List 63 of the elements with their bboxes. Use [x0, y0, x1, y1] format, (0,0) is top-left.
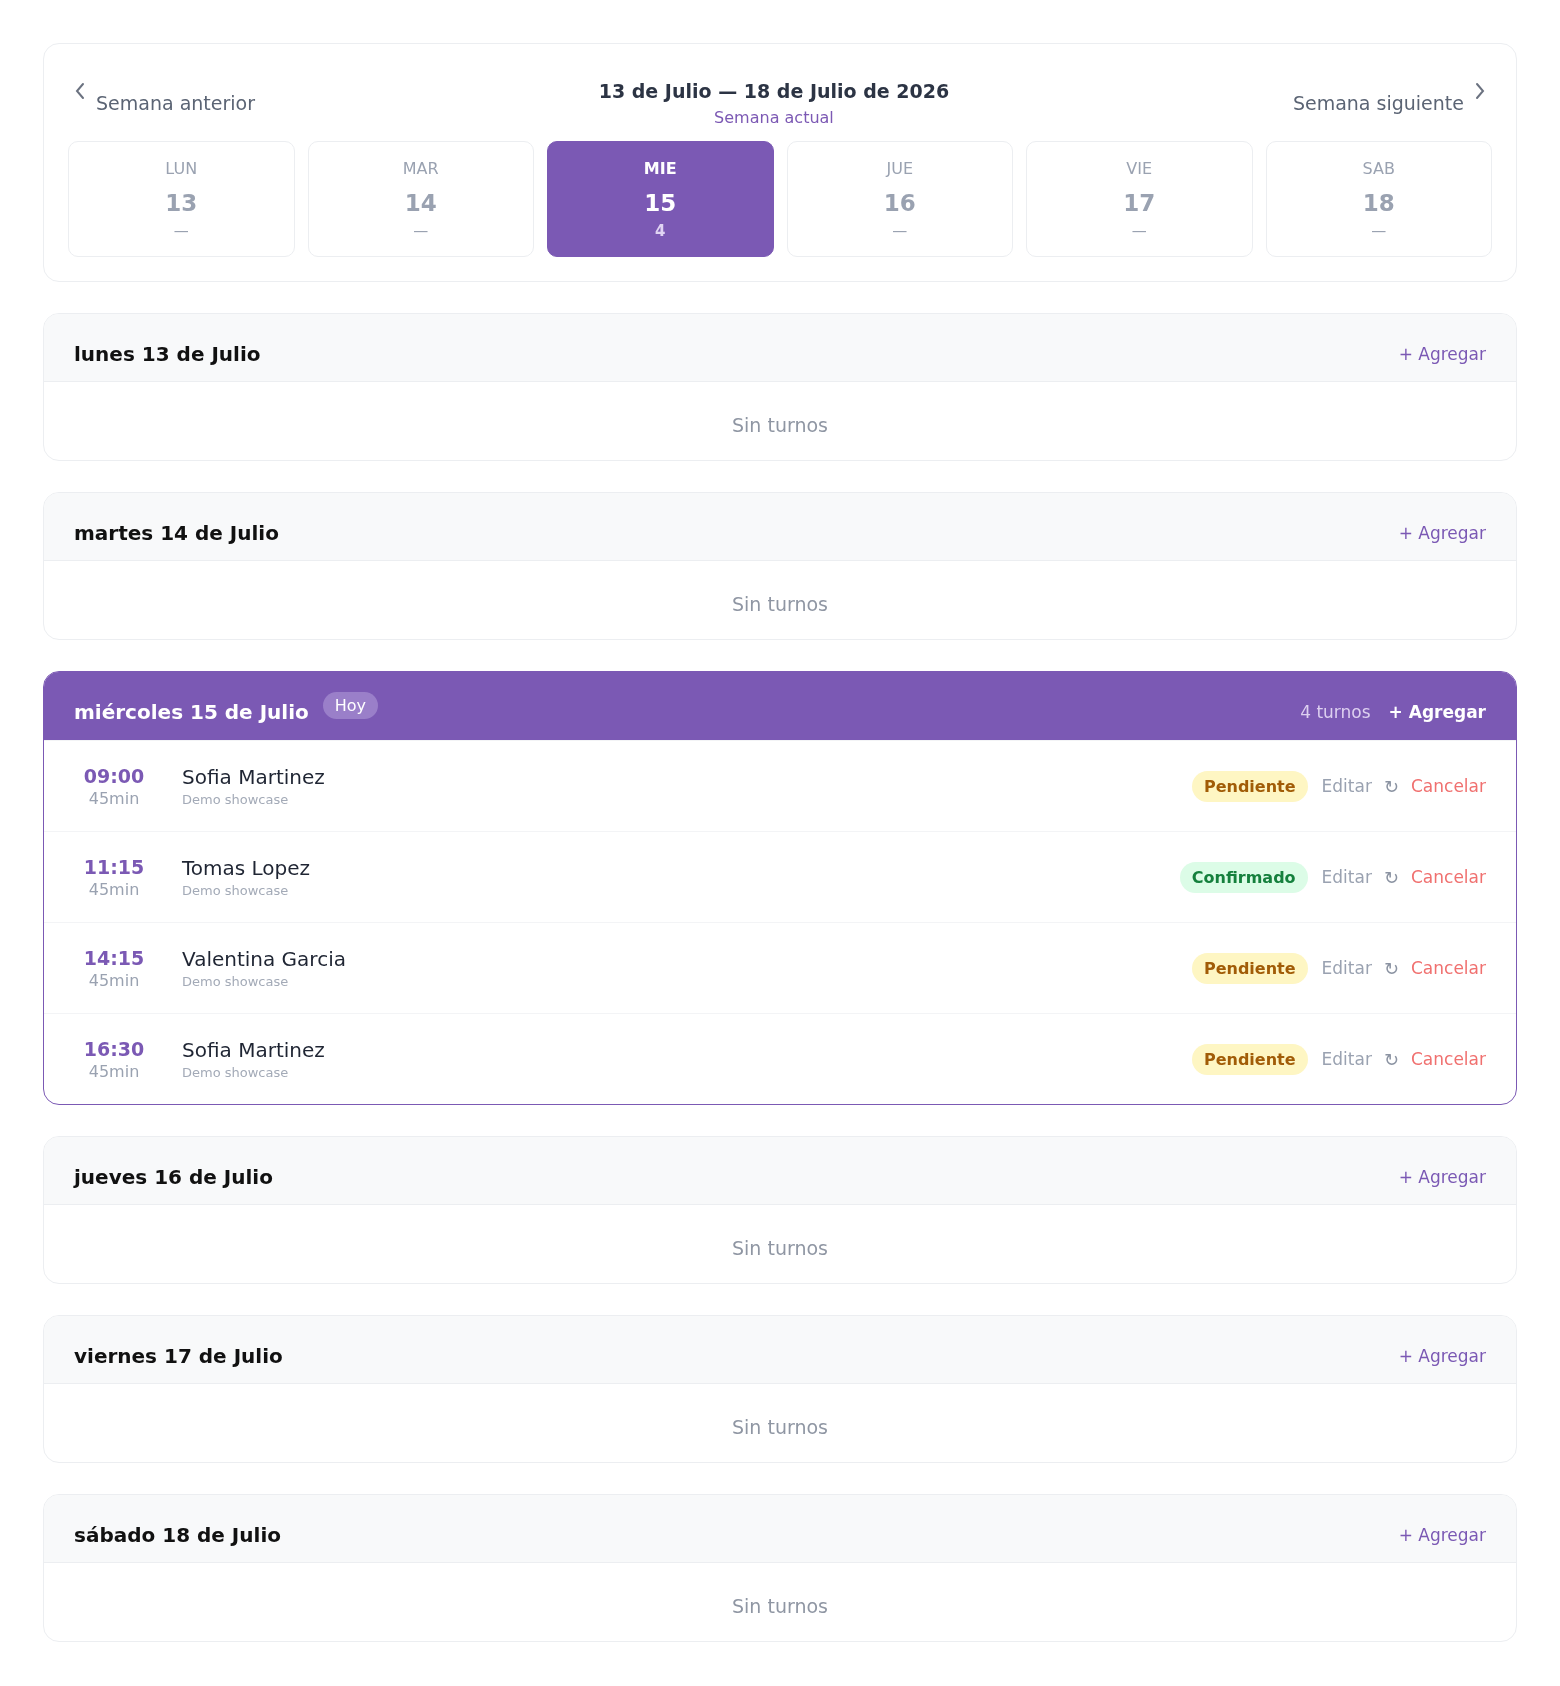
appointment-count: 4 turnos — [1300, 700, 1371, 722]
week-title: 13 de Julio — 18 de Julio de 2026 — [598, 80, 950, 102]
empty-message: Sin turnos — [732, 1416, 828, 1438]
day-tab[interactable]: MAR 14 — — [307, 141, 534, 257]
status-badge: Confirmado — [1179, 861, 1308, 893]
appointment-time: 16:30 — [83, 1037, 145, 1060]
client-name: Sofia Martinez — [182, 765, 325, 789]
appointment-duration: 45min — [88, 788, 140, 808]
reschedule-button[interactable]: ↻ — [1383, 775, 1399, 797]
appointment-time: 09:00 — [83, 764, 145, 787]
empty-message: Sin turnos — [732, 1595, 828, 1617]
day-title: martes 14 de Julio — [74, 519, 279, 545]
service-name: Demo showcase — [182, 792, 290, 807]
edit-link[interactable]: Editar — [1321, 867, 1372, 887]
day-title: miércoles 15 de Julio — [74, 698, 309, 724]
next-week-button[interactable]: Semana siguiente — [1286, 80, 1492, 114]
day-tab[interactable]: MIE 15 4 — [547, 141, 774, 257]
client-name: Valentina Garcia — [182, 947, 346, 971]
edit-link[interactable]: Editar — [1321, 776, 1372, 796]
appointment-duration: 45min — [88, 970, 140, 990]
previous-week-button[interactable]: Semana anterior — [68, 80, 261, 114]
client-name: Tomas Lopez — [182, 856, 311, 880]
reschedule-button[interactable]: ↻ — [1383, 957, 1399, 979]
appointment-time: 14:15 — [83, 946, 145, 969]
day-tab[interactable]: LUN 13 — — [68, 141, 295, 257]
chevron-left-icon — [74, 82, 86, 100]
day-tab[interactable]: JUE 16 — — [786, 141, 1013, 257]
edit-link[interactable]: Editar — [1321, 1049, 1372, 1069]
chevron-right-icon — [1474, 82, 1486, 100]
service-name: Demo showcase — [182, 1065, 290, 1080]
status-badge: Pendiente — [1191, 1043, 1308, 1075]
edit-link[interactable]: Editar — [1321, 958, 1372, 978]
empty-message: Sin turnos — [732, 414, 828, 436]
status-badge: Pendiente — [1191, 770, 1308, 802]
reschedule-button[interactable]: ↻ — [1383, 1048, 1399, 1070]
current-week-label: Semana actual — [713, 108, 835, 127]
day-tab[interactable]: SAB 18 — — [1265, 141, 1492, 257]
status-badge: Pendiente — [1191, 952, 1308, 984]
day-tab[interactable]: VIE 17 — — [1026, 141, 1253, 257]
day-title: jueves 16 de Julio — [74, 1163, 273, 1189]
client-name: Sofia Martinez — [182, 1038, 325, 1062]
day-title: sábado 18 de Julio — [74, 1521, 281, 1547]
add-button[interactable]: + Agregar — [1398, 1333, 1486, 1366]
day-title: viernes 17 de Julio — [74, 1342, 283, 1368]
appointment-duration: 45min — [88, 1061, 140, 1081]
service-name: Demo showcase — [182, 883, 290, 898]
empty-message: Sin turnos — [732, 1237, 828, 1259]
service-name: Demo showcase — [182, 974, 290, 989]
cancel-link[interactable]: Cancelar — [1411, 776, 1486, 796]
add-button[interactable]: + Agregar — [1398, 510, 1486, 543]
reschedule-button[interactable]: ↻ — [1383, 866, 1399, 888]
day-title: lunes 13 de Julio — [74, 340, 261, 366]
cancel-link[interactable]: Cancelar — [1411, 867, 1486, 887]
empty-message: Sin turnos — [732, 593, 828, 615]
today-badge: Hoy — [322, 692, 379, 719]
cancel-link[interactable]: Cancelar — [1411, 958, 1486, 978]
add-button[interactable]: + Agregar — [1388, 689, 1486, 722]
cancel-link[interactable]: Cancelar — [1411, 1049, 1486, 1069]
add-button[interactable]: + Agregar — [1398, 331, 1486, 364]
appointment-time: 11:15 — [83, 855, 145, 878]
add-button[interactable]: + Agregar — [1398, 1512, 1486, 1545]
add-button[interactable]: + Agregar — [1398, 1154, 1486, 1187]
appointment-duration: 45min — [88, 879, 140, 899]
